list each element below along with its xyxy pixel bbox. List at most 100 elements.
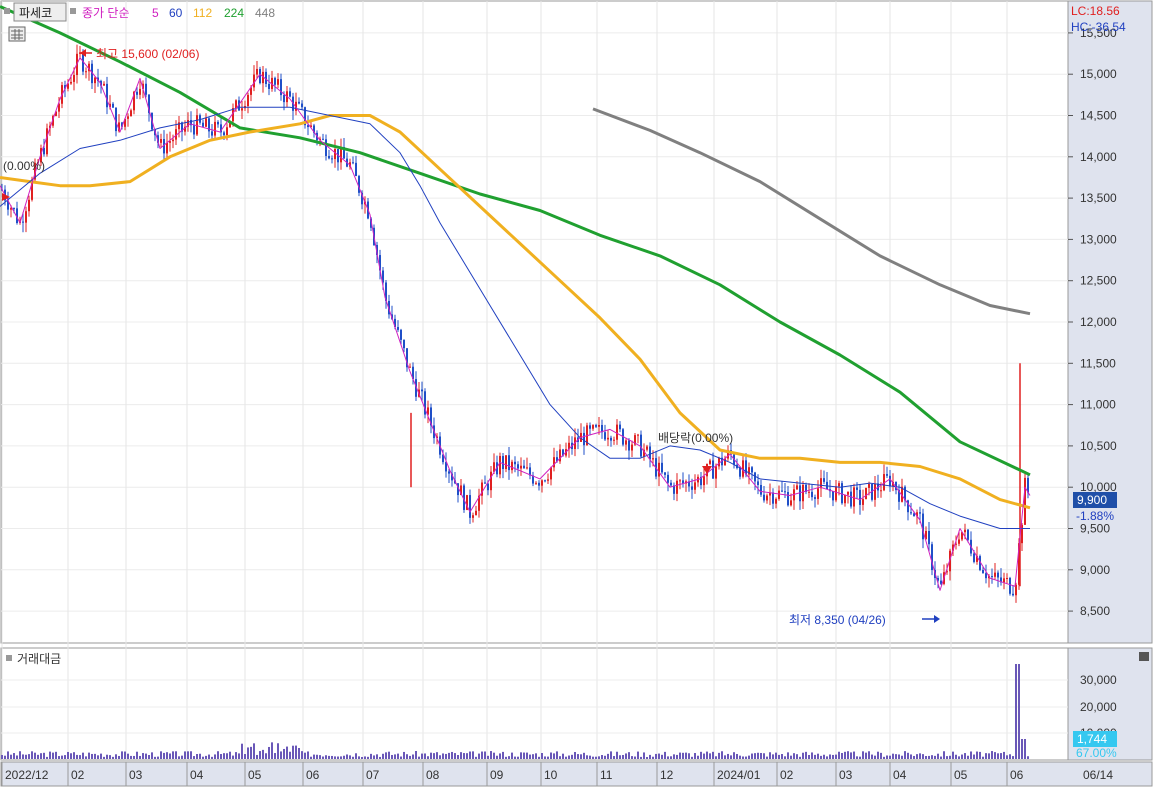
candle-body bbox=[505, 455, 507, 470]
volume-bar bbox=[259, 751, 261, 759]
candle-body bbox=[472, 515, 474, 518]
candle-body bbox=[43, 148, 45, 155]
volume-bar bbox=[1003, 751, 1005, 759]
candle-body bbox=[763, 494, 765, 501]
volume-bar bbox=[112, 756, 114, 759]
volume-bar bbox=[862, 751, 864, 759]
volume-bar bbox=[124, 751, 126, 759]
candle-body bbox=[1012, 593, 1014, 596]
volume-bar bbox=[664, 751, 666, 759]
volume-bar bbox=[802, 752, 804, 759]
candle-body bbox=[967, 529, 969, 540]
volume-bar bbox=[148, 755, 150, 759]
volume-bar bbox=[784, 756, 786, 759]
candle-body bbox=[409, 366, 411, 368]
stock-chart[interactable]: 15,50015,00014,50014,00013,50013,00012,5… bbox=[0, 0, 1153, 787]
volume-bar bbox=[118, 755, 120, 759]
current-price: 9,900 bbox=[1077, 493, 1107, 507]
candle-body bbox=[958, 539, 960, 544]
indicator-toggle[interactable] bbox=[70, 8, 76, 14]
candle-body bbox=[874, 483, 876, 500]
volume-bar bbox=[898, 754, 900, 759]
volume-bar bbox=[205, 755, 207, 759]
low-label: 최저 8,350 (04/26) bbox=[789, 613, 886, 627]
volume-bar bbox=[76, 754, 78, 759]
candle-body bbox=[910, 512, 912, 514]
volume-bar bbox=[478, 753, 480, 759]
volume-bar bbox=[742, 756, 744, 759]
grid-icon[interactable] bbox=[8, 26, 26, 42]
volume-bar bbox=[37, 754, 39, 759]
candle-body bbox=[490, 471, 492, 491]
volume-bar bbox=[502, 751, 504, 759]
volume-bar bbox=[838, 751, 840, 759]
candle-body bbox=[838, 483, 840, 487]
volume-bar bbox=[277, 743, 279, 759]
time-label: 11 bbox=[600, 768, 613, 782]
volume-bar bbox=[1018, 664, 1020, 759]
volume-bar bbox=[499, 753, 501, 759]
candle-body bbox=[766, 495, 768, 501]
candle-body bbox=[778, 490, 780, 499]
candle-body bbox=[625, 440, 627, 445]
candle-body bbox=[241, 108, 243, 111]
candle-body bbox=[94, 77, 96, 84]
time-label: 09 bbox=[490, 768, 504, 782]
candle-body bbox=[517, 464, 519, 469]
volume-bar bbox=[319, 755, 321, 759]
volume-bar bbox=[61, 755, 63, 759]
volume-bar bbox=[988, 753, 990, 759]
legend-toggle[interactable] bbox=[4, 8, 10, 14]
volume-bar bbox=[967, 755, 969, 759]
volume-bar bbox=[373, 755, 375, 759]
volume-bar bbox=[730, 755, 732, 759]
volume-bar bbox=[643, 752, 645, 759]
volume-bar bbox=[712, 751, 714, 759]
volume-bar bbox=[307, 751, 309, 759]
candle-body bbox=[772, 492, 774, 504]
volume-bar bbox=[232, 755, 234, 759]
candle-body bbox=[547, 479, 549, 481]
volume-bar bbox=[19, 751, 21, 759]
volume-bar bbox=[187, 751, 189, 759]
candle-body bbox=[448, 471, 450, 474]
volume-bar bbox=[247, 747, 249, 759]
volume-panel-toggle[interactable] bbox=[6, 655, 12, 661]
candle-body bbox=[913, 513, 915, 517]
volume-bar bbox=[304, 752, 306, 759]
candle-body bbox=[856, 487, 858, 490]
volume-bar bbox=[820, 755, 822, 759]
candle-body bbox=[964, 529, 966, 533]
volume-bar bbox=[244, 754, 246, 759]
volume-bar bbox=[85, 756, 87, 759]
volume-bar bbox=[547, 756, 549, 759]
price-tick-label: 15,000 bbox=[1080, 67, 1117, 81]
lc-value: LC:18.56 bbox=[1071, 4, 1120, 18]
volume-bar bbox=[565, 756, 567, 759]
volume-bar bbox=[139, 755, 141, 759]
candle-body bbox=[646, 446, 648, 450]
volume-bar bbox=[433, 753, 435, 759]
volume-bar bbox=[367, 756, 369, 759]
volume-bar bbox=[280, 751, 282, 759]
volume-bar bbox=[73, 752, 75, 759]
volume-bar bbox=[946, 756, 948, 759]
volume-bar bbox=[886, 755, 888, 759]
candle-body bbox=[136, 91, 138, 95]
volume-close-button[interactable] bbox=[1139, 652, 1149, 661]
volume-bar bbox=[415, 751, 417, 759]
volume-bar bbox=[40, 753, 42, 759]
candle-body bbox=[865, 487, 867, 500]
stock-name: 파세코 bbox=[19, 6, 52, 20]
volume-bar bbox=[268, 746, 270, 759]
volume-bar bbox=[601, 755, 603, 759]
volume-bar bbox=[376, 754, 378, 759]
volume-bar bbox=[535, 753, 537, 759]
volume-bar bbox=[652, 756, 654, 759]
volume-bar bbox=[70, 753, 72, 759]
candle-body bbox=[832, 491, 834, 501]
volume-bar bbox=[829, 754, 831, 759]
price-tick-label: 13,000 bbox=[1080, 232, 1117, 246]
volume-bar bbox=[883, 756, 885, 759]
hc-value: HC:-36.54 bbox=[1071, 20, 1126, 34]
